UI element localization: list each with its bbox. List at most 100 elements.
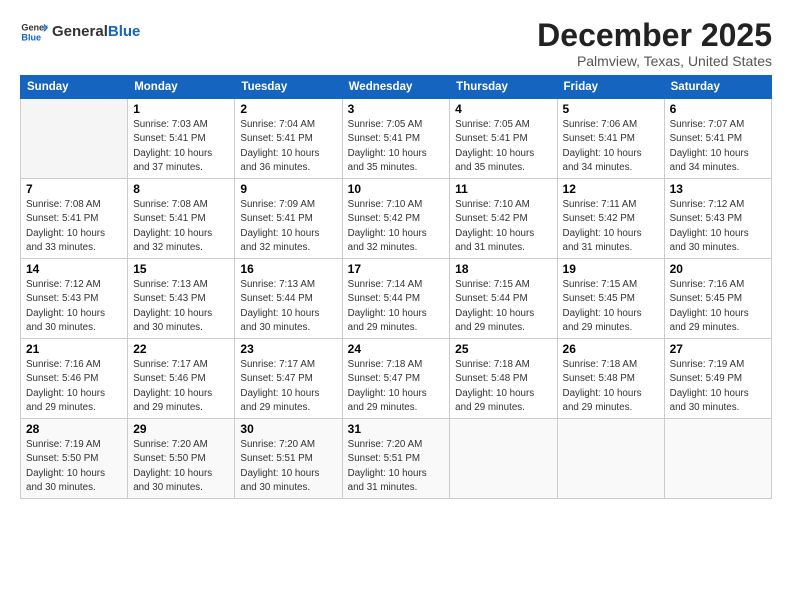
- day-number: 8: [133, 182, 229, 196]
- day-cell: 12 Sunrise: 7:11 AMSunset: 5:42 PMDayligh…: [557, 179, 664, 259]
- day-info: Sunrise: 7:17 AMSunset: 5:47 PMDaylight:…: [240, 358, 336, 415]
- day-info: Sunrise: 7:19 AMSunset: 5:49 PMDaylight:…: [670, 358, 766, 415]
- col-header-saturday: Saturday: [664, 76, 771, 99]
- day-number: 28: [26, 422, 122, 436]
- header: General Blue GeneralBlue December 2025 P…: [20, 18, 772, 69]
- day-number: 18: [455, 262, 551, 276]
- day-cell: 20 Sunrise: 7:16 AMSunset: 5:45 PMDayligh…: [664, 259, 771, 339]
- day-cell: 16 Sunrise: 7:13 AMSunset: 5:44 PMDayligh…: [235, 259, 342, 339]
- day-number: 21: [26, 342, 122, 356]
- day-cell: 25 Sunrise: 7:18 AMSunset: 5:48 PMDayligh…: [450, 339, 557, 419]
- day-cell: 5 Sunrise: 7:06 AMSunset: 5:41 PMDaylight…: [557, 99, 664, 179]
- day-cell: 17Sunrise: 7:14 AMSunset: 5:44 PMDayligh…: [342, 259, 450, 339]
- day-info: Sunrise: 7:20 AMSunset: 5:51 PMDaylight:…: [240, 438, 336, 495]
- day-cell: [450, 419, 557, 499]
- day-cell: 28 Sunrise: 7:19 AMSunset: 5:50 PMDayligh…: [21, 419, 128, 499]
- day-info: Sunrise: 7:08 AMSunset: 5:41 PMDaylight:…: [26, 198, 122, 255]
- day-info: Sunrise: 7:07 AMSunset: 5:41 PMDaylight:…: [670, 118, 766, 175]
- logo-general-text: General: [52, 23, 108, 40]
- day-info: Sunrise: 7:17 AMSunset: 5:46 PMDaylight:…: [133, 358, 229, 415]
- day-info: Sunrise: 7:03 AMSunset: 5:41 PMDaylight:…: [133, 118, 229, 175]
- day-info: Sunrise: 7:20 AMSunset: 5:50 PMDaylight:…: [133, 438, 229, 495]
- day-number: 20: [670, 262, 766, 276]
- day-number: 6: [670, 102, 766, 116]
- day-cell: 7 Sunrise: 7:08 AMSunset: 5:41 PMDaylight…: [21, 179, 128, 259]
- day-cell: 3 Sunrise: 7:05 AMSunset: 5:41 PMDaylight…: [342, 99, 450, 179]
- day-number: 4: [455, 102, 551, 116]
- day-number: 15: [133, 262, 229, 276]
- day-cell: 31 Sunrise: 7:20 AMSunset: 5:51 PMDayligh…: [342, 419, 450, 499]
- day-number: 10: [348, 182, 445, 196]
- day-number: 2: [240, 102, 336, 116]
- month-title: December 2025: [537, 18, 772, 53]
- day-info: Sunrise: 7:14 AMSunset: 5:44 PMDaylight:…: [348, 278, 445, 335]
- week-row-0: 1Sunrise: 7:03 AMSunset: 5:41 PMDaylight…: [21, 99, 772, 179]
- day-number: 27: [670, 342, 766, 356]
- day-number: 16: [240, 262, 336, 276]
- day-info: Sunrise: 7:06 AMSunset: 5:41 PMDaylight:…: [563, 118, 659, 175]
- day-cell: 22 Sunrise: 7:17 AMSunset: 5:46 PMDayligh…: [128, 339, 235, 419]
- day-info: Sunrise: 7:18 AMSunset: 5:48 PMDaylight:…: [563, 358, 659, 415]
- day-cell: 27 Sunrise: 7:19 AMSunset: 5:49 PMDayligh…: [664, 339, 771, 419]
- day-cell: 2 Sunrise: 7:04 AMSunset: 5:41 PMDaylight…: [235, 99, 342, 179]
- day-info: Sunrise: 7:10 AMSunset: 5:42 PMDaylight:…: [348, 198, 445, 255]
- title-block: December 2025 Palmview, Texas, United St…: [537, 18, 772, 69]
- day-info: Sunrise: 7:08 AMSunset: 5:41 PMDaylight:…: [133, 198, 229, 255]
- svg-text:Blue: Blue: [21, 32, 41, 42]
- day-number: 22: [133, 342, 229, 356]
- day-info: Sunrise: 7:04 AMSunset: 5:41 PMDaylight:…: [240, 118, 336, 175]
- day-number: 12: [563, 182, 659, 196]
- week-row-2: 14Sunrise: 7:12 AMSunset: 5:43 PMDayligh…: [21, 259, 772, 339]
- day-number: 3: [348, 102, 445, 116]
- week-row-4: 28 Sunrise: 7:19 AMSunset: 5:50 PMDayligh…: [21, 419, 772, 499]
- day-number: 29: [133, 422, 229, 436]
- calendar: SundayMondayTuesdayWednesdayThursdayFrid…: [20, 75, 772, 499]
- day-cell: [557, 419, 664, 499]
- day-cell: 29 Sunrise: 7:20 AMSunset: 5:50 PMDayligh…: [128, 419, 235, 499]
- logo-blue-text: Blue: [108, 23, 141, 40]
- day-cell: 15 Sunrise: 7:13 AMSunset: 5:43 PMDayligh…: [128, 259, 235, 339]
- day-cell: 9Sunrise: 7:09 AMSunset: 5:41 PMDaylight…: [235, 179, 342, 259]
- day-cell: 13Sunrise: 7:12 AMSunset: 5:43 PMDayligh…: [664, 179, 771, 259]
- day-number: 19: [563, 262, 659, 276]
- week-row-1: 7 Sunrise: 7:08 AMSunset: 5:41 PMDaylight…: [21, 179, 772, 259]
- day-number: 30: [240, 422, 336, 436]
- day-info: Sunrise: 7:16 AMSunset: 5:46 PMDaylight:…: [26, 358, 122, 415]
- calendar-header-row: SundayMondayTuesdayWednesdayThursdayFrid…: [21, 76, 772, 99]
- day-info: Sunrise: 7:05 AMSunset: 5:41 PMDaylight:…: [455, 118, 551, 175]
- location: Palmview, Texas, United States: [537, 53, 772, 69]
- day-number: 7: [26, 182, 122, 196]
- logo-icon: General Blue: [20, 18, 48, 46]
- col-header-tuesday: Tuesday: [235, 76, 342, 99]
- day-cell: 18 Sunrise: 7:15 AMSunset: 5:44 PMDayligh…: [450, 259, 557, 339]
- day-info: Sunrise: 7:13 AMSunset: 5:44 PMDaylight:…: [240, 278, 336, 335]
- day-cell: 19 Sunrise: 7:15 AMSunset: 5:45 PMDayligh…: [557, 259, 664, 339]
- day-info: Sunrise: 7:05 AMSunset: 5:41 PMDaylight:…: [348, 118, 445, 175]
- day-info: Sunrise: 7:11 AMSunset: 5:42 PMDaylight:…: [563, 198, 659, 255]
- day-cell: 14Sunrise: 7:12 AMSunset: 5:43 PMDayligh…: [21, 259, 128, 339]
- day-cell: 21 Sunrise: 7:16 AMSunset: 5:46 PMDayligh…: [21, 339, 128, 419]
- day-number: 31: [348, 422, 445, 436]
- day-number: 26: [563, 342, 659, 356]
- day-info: Sunrise: 7:15 AMSunset: 5:44 PMDaylight:…: [455, 278, 551, 335]
- day-cell: 4 Sunrise: 7:05 AMSunset: 5:41 PMDaylight…: [450, 99, 557, 179]
- day-cell: 23Sunrise: 7:17 AMSunset: 5:47 PMDayligh…: [235, 339, 342, 419]
- day-info: Sunrise: 7:09 AMSunset: 5:41 PMDaylight:…: [240, 198, 336, 255]
- day-info: Sunrise: 7:12 AMSunset: 5:43 PMDaylight:…: [26, 278, 122, 335]
- day-info: Sunrise: 7:15 AMSunset: 5:45 PMDaylight:…: [563, 278, 659, 335]
- day-info: Sunrise: 7:18 AMSunset: 5:48 PMDaylight:…: [455, 358, 551, 415]
- day-cell: 26 Sunrise: 7:18 AMSunset: 5:48 PMDayligh…: [557, 339, 664, 419]
- day-info: Sunrise: 7:18 AMSunset: 5:47 PMDaylight:…: [348, 358, 445, 415]
- col-header-monday: Monday: [128, 76, 235, 99]
- day-number: 13: [670, 182, 766, 196]
- day-number: 25: [455, 342, 551, 356]
- day-number: 24: [348, 342, 445, 356]
- day-number: 5: [563, 102, 659, 116]
- day-info: Sunrise: 7:16 AMSunset: 5:45 PMDaylight:…: [670, 278, 766, 335]
- day-info: Sunrise: 7:20 AMSunset: 5:51 PMDaylight:…: [348, 438, 445, 495]
- col-header-thursday: Thursday: [450, 76, 557, 99]
- page: General Blue GeneralBlue December 2025 P…: [0, 0, 792, 612]
- day-info: Sunrise: 7:13 AMSunset: 5:43 PMDaylight:…: [133, 278, 229, 335]
- day-cell: 8 Sunrise: 7:08 AMSunset: 5:41 PMDaylight…: [128, 179, 235, 259]
- day-info: Sunrise: 7:19 AMSunset: 5:50 PMDaylight:…: [26, 438, 122, 495]
